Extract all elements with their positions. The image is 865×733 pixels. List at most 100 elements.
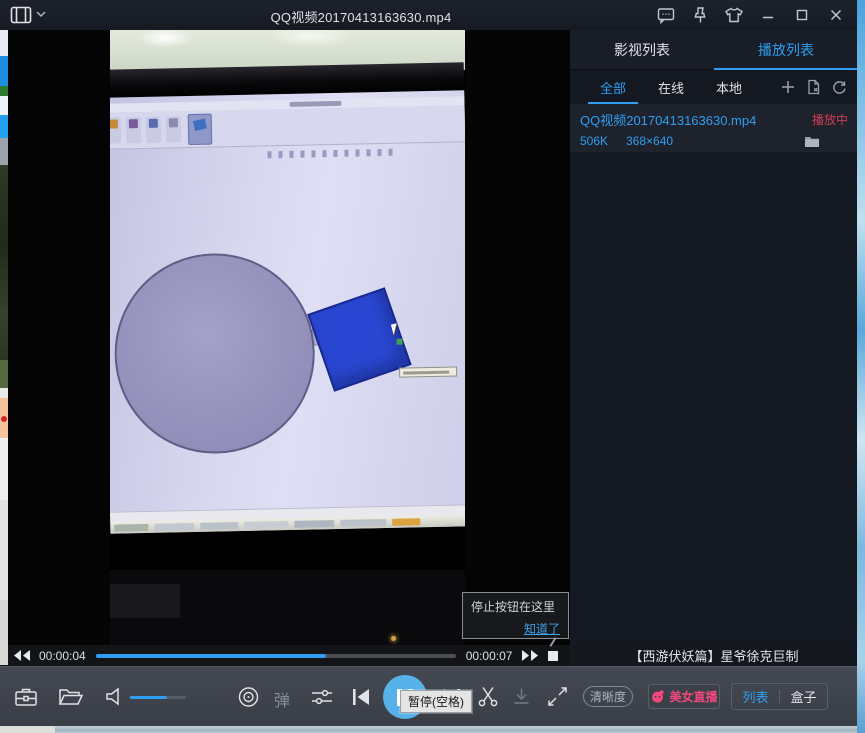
download-icon[interactable] — [511, 686, 532, 707]
toolbox-icon[interactable] — [14, 686, 38, 708]
app-window: QQ视频20170413163630.mp4 — [0, 0, 865, 733]
playlist-item-name: QQ视频20170413163630.mp4 — [580, 110, 806, 129]
box-button[interactable]: 盒子 — [780, 687, 827, 706]
live-show-label: 美女直播 — [669, 688, 717, 705]
speaker-icon[interactable] — [104, 686, 124, 707]
refresh-icon[interactable] — [831, 79, 848, 96]
open-folder-icon[interactable] — [58, 687, 84, 707]
sidebar-tabs: 影视列表 播放列表 — [570, 30, 858, 70]
window-title: QQ视频20170413163630.mp4 — [100, 7, 622, 26]
minimize-icon[interactable] — [758, 5, 778, 25]
feedback-icon[interactable] — [656, 5, 676, 25]
close-icon[interactable] — [826, 5, 846, 25]
filter-online[interactable]: 在线 — [642, 70, 700, 104]
maximize-icon[interactable] — [792, 5, 812, 25]
cad-tool-icon — [166, 116, 182, 142]
desk-shadow-shape — [110, 584, 180, 618]
taskbar-segment — [200, 522, 238, 530]
video-filmed-monitor: AOC — [110, 62, 465, 577]
live-show-button[interactable]: 美女直播 — [648, 684, 720, 709]
background-taskbar-strip — [0, 726, 865, 733]
girl-icon — [650, 689, 665, 704]
cad-circle-shape — [113, 251, 317, 455]
fast-forward-icon[interactable] — [521, 649, 539, 662]
danmaku-button[interactable]: 弹 — [274, 687, 290, 711]
progress-row: 00:00:04 00:00:07 — [0, 645, 570, 666]
list-button[interactable]: 列表 — [732, 687, 779, 706]
scissors-icon[interactable] — [476, 685, 500, 709]
stop-hint-text: 停止按钮在这里 — [471, 598, 560, 615]
desk-light-dot — [391, 636, 396, 641]
pause-tooltip: 暂停(空格) — [400, 690, 472, 713]
settings-sliders-icon[interactable] — [310, 687, 334, 707]
background-window-sliver — [0, 96, 8, 115]
playlist-item-row2: 506K 368×640 — [580, 134, 848, 148]
taskbar-segment — [244, 521, 288, 529]
video-player-window: QQ视频20170413163630.mp4 — [0, 0, 858, 726]
cad-floating-toolbar — [267, 149, 397, 159]
stop-button[interactable] — [548, 651, 558, 661]
playing-status-badge: 播放中 — [812, 111, 848, 128]
app-logo-film-icon[interactable] — [10, 6, 32, 24]
taskbar-segment — [392, 518, 420, 526]
background-window-sliver — [1, 416, 7, 422]
background-window-sliver — [0, 360, 8, 388]
pin-icon[interactable] — [690, 5, 710, 25]
background-window-sliver — [0, 56, 8, 86]
current-time: 00:00:04 — [39, 649, 86, 663]
tab-movie-list[interactable]: 影视列表 — [570, 30, 714, 69]
cad-cursor-tooltip — [399, 366, 457, 377]
folder-icon[interactable] — [804, 135, 820, 148]
video-display-area[interactable]: AOC — [8, 30, 570, 645]
stop-hint-tooltip: 停止按钮在这里 知道了 — [462, 592, 569, 639]
background-window-sliver — [0, 138, 8, 165]
background-window-sliver — [0, 438, 8, 500]
desktop-wallpaper-strip — [857, 0, 865, 733]
skin-icon[interactable] — [724, 5, 744, 25]
background-window-sliver — [0, 30, 8, 56]
playlist-item-row1: QQ视频20170413163630.mp4 播放中 — [580, 110, 848, 129]
rewind-icon[interactable] — [13, 649, 31, 662]
playlist-item[interactable]: QQ视频20170413163630.mp4 播放中 506K 368×640 — [570, 104, 858, 152]
volume-slider[interactable] — [130, 696, 186, 699]
playlist-filter-row: 全部 在线 本地 — [570, 70, 858, 104]
cad-toolbar — [110, 105, 465, 150]
cad-tool-icon — [110, 117, 121, 143]
background-taskbar-segment — [0, 726, 55, 733]
tab-play-list[interactable]: 播放列表 — [714, 30, 858, 69]
cad-tool-icon — [126, 117, 142, 143]
background-window-sliver — [0, 500, 8, 600]
cad-snap-marker — [396, 339, 402, 345]
list-box-group: 列表 盒子 — [731, 683, 828, 710]
fullscreen-icon[interactable] — [546, 685, 569, 708]
got-it-link[interactable]: 知道了 — [471, 620, 560, 637]
video-desk-area — [110, 570, 465, 645]
titlebar: QQ视频20170413163630.mp4 — [0, 0, 858, 30]
quality-button[interactable]: 清晰度 — [583, 686, 633, 707]
filter-all[interactable]: 全部 — [584, 70, 642, 104]
playlist-actions — [779, 79, 858, 96]
taskbar-segment — [154, 522, 194, 530]
background-window-sliver — [0, 600, 8, 665]
taskbar-segment — [340, 518, 386, 526]
progress-bar[interactable] — [96, 654, 456, 658]
filter-local[interactable]: 本地 — [700, 70, 758, 104]
cad-tool-icon — [146, 117, 162, 143]
total-time: 00:00:07 — [466, 649, 513, 663]
eye-icon[interactable] — [236, 686, 261, 708]
background-window-sliver — [0, 165, 8, 360]
background-window-sliver — [0, 115, 8, 138]
volume-fill — [130, 696, 167, 699]
clear-list-icon[interactable] — [805, 79, 822, 96]
playlist-item-resolution: 368×640 — [626, 134, 673, 148]
add-icon[interactable] — [779, 79, 796, 96]
chevron-down-icon[interactable] — [36, 10, 46, 18]
monitor-screen: AOC — [110, 90, 465, 534]
previous-icon[interactable] — [350, 686, 372, 708]
playlist-item-size: 506K — [580, 134, 608, 148]
promo-banner[interactable]: 【西游伏妖篇】星爷徐克巨制 — [570, 645, 858, 666]
titlebar-actions — [656, 0, 846, 30]
sidebar: 影视列表 播放列表 全部 在线 本地 — [570, 30, 858, 645]
taskbar-segment — [294, 520, 334, 528]
taskbar-segment — [114, 523, 148, 531]
